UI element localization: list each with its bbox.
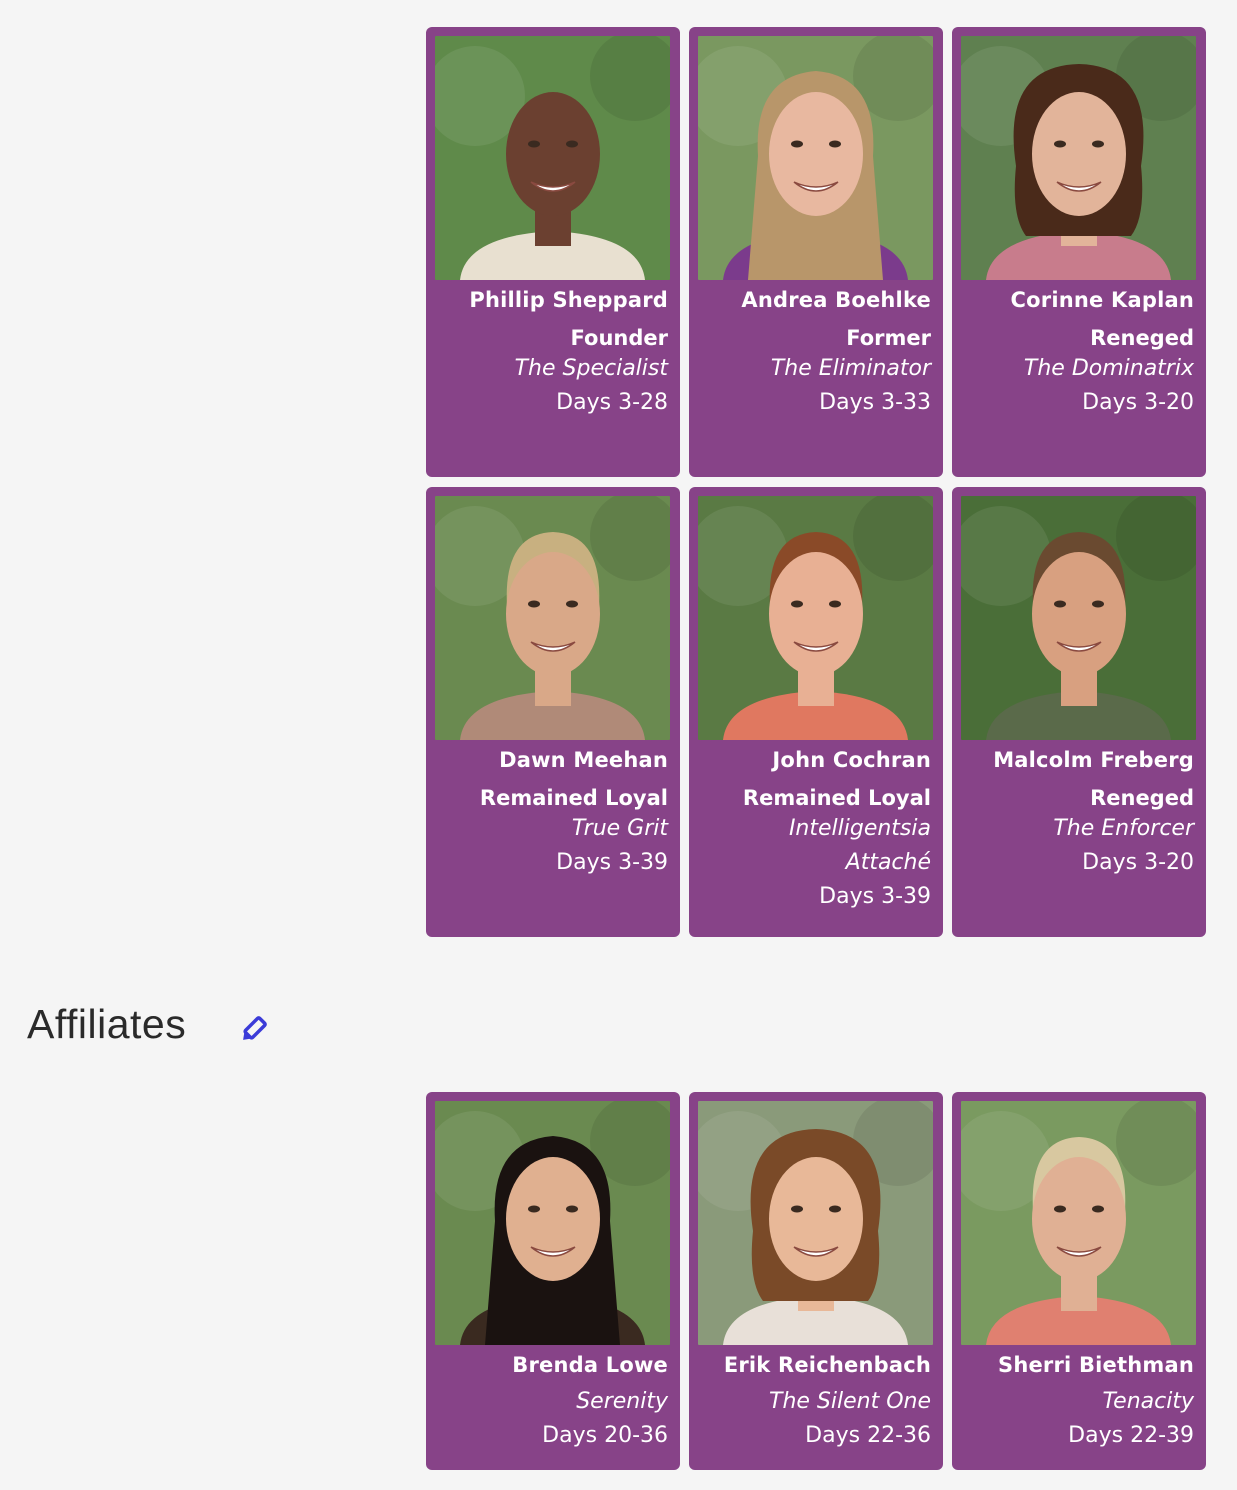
contestant-nickname: True Grit (571, 816, 668, 841)
days-range: Days 22-39 (1068, 1423, 1194, 1448)
alliance-status: Remained Loyal (479, 786, 668, 810)
days-range: Days 22-36 (805, 1423, 931, 1448)
contestant-photo[interactable] (698, 1101, 933, 1345)
member-card[interactable]: Phillip Sheppard Founder The Specialist Day… (426, 27, 680, 477)
contestant-name[interactable]: John Cochran (698, 746, 931, 774)
contestant-nickname: The Dominatrix (1023, 356, 1194, 381)
pencil-edit-icon[interactable] (236, 1013, 270, 1047)
days-range: Days 3-28 (556, 390, 668, 415)
contestant-name[interactable]: Brenda Lowe (435, 1351, 668, 1379)
contestant-name[interactable]: Andrea Boehlke (698, 286, 931, 314)
contestant-photo[interactable] (435, 1101, 670, 1345)
contestant-name[interactable]: Phillip Sheppard (435, 286, 668, 314)
contestant-photo[interactable] (961, 36, 1196, 280)
contestant-nickname: Intelligentsia (788, 816, 931, 841)
contestant-photo[interactable] (961, 496, 1196, 740)
days-range: Days 3-39 (819, 884, 931, 909)
contestant-photo[interactable] (698, 496, 933, 740)
contestant-photo[interactable] (435, 36, 670, 280)
contestant-nickname: The Enforcer (1053, 816, 1194, 841)
days-range: Days 3-39 (556, 850, 668, 875)
affiliates-heading: Affiliates (27, 1001, 187, 1047)
contestant-nickname: Tenacity (1102, 1389, 1194, 1414)
member-card[interactable]: Dawn Meehan Remained Loyal True Grit Days 3… (426, 487, 680, 937)
member-card[interactable]: Malcolm Freberg Reneged The Enforcer Days 3… (952, 487, 1206, 937)
alliance-status: Reneged (1090, 786, 1194, 810)
contestant-nickname-line2: Attaché (845, 850, 931, 875)
contestant-nickname: The Eliminator (770, 356, 931, 381)
affiliate-card[interactable]: Sherri Biethman Tenacity Days 22-39 (952, 1092, 1206, 1470)
alliance-status: Reneged (1090, 326, 1194, 350)
days-range: Days 20-36 (542, 1423, 668, 1448)
contestant-photo[interactable] (698, 36, 933, 280)
contestant-nickname: The Silent One (769, 1389, 931, 1414)
member-card[interactable]: Andrea Boehlke Former The Eliminator Days 3… (689, 27, 943, 477)
contestant-nickname: The Specialist (514, 356, 668, 381)
alliance-status: Former (846, 326, 931, 350)
days-range: Days 3-20 (1082, 390, 1194, 415)
contestant-name[interactable]: Dawn Meehan (435, 746, 668, 774)
alliance-status: Founder (570, 326, 668, 350)
contestant-photo[interactable] (435, 496, 670, 740)
alliance-status: Remained Loyal (742, 786, 931, 810)
contestant-name[interactable]: Corinne Kaplan (961, 286, 1194, 314)
affiliate-card[interactable]: Erik Reichenbach The Silent One Days 22-36 (689, 1092, 943, 1470)
contestant-nickname: Serenity (576, 1389, 668, 1414)
contestant-name[interactable]: Sherri Biethman (961, 1351, 1194, 1379)
affiliate-card[interactable]: Brenda Lowe Serenity Days 20-36 (426, 1092, 680, 1470)
contestant-name[interactable]: Malcolm Freberg (961, 746, 1194, 774)
days-range: Days 3-33 (819, 390, 931, 415)
days-range: Days 3-20 (1082, 850, 1194, 875)
contestant-photo[interactable] (961, 1101, 1196, 1345)
member-card[interactable]: Corinne Kaplan Reneged The Dominatrix Days … (952, 27, 1206, 477)
member-card[interactable]: John Cochran Remained Loyal Intelligentsia… (689, 487, 943, 937)
contestant-name[interactable]: Erik Reichenbach (698, 1351, 931, 1379)
